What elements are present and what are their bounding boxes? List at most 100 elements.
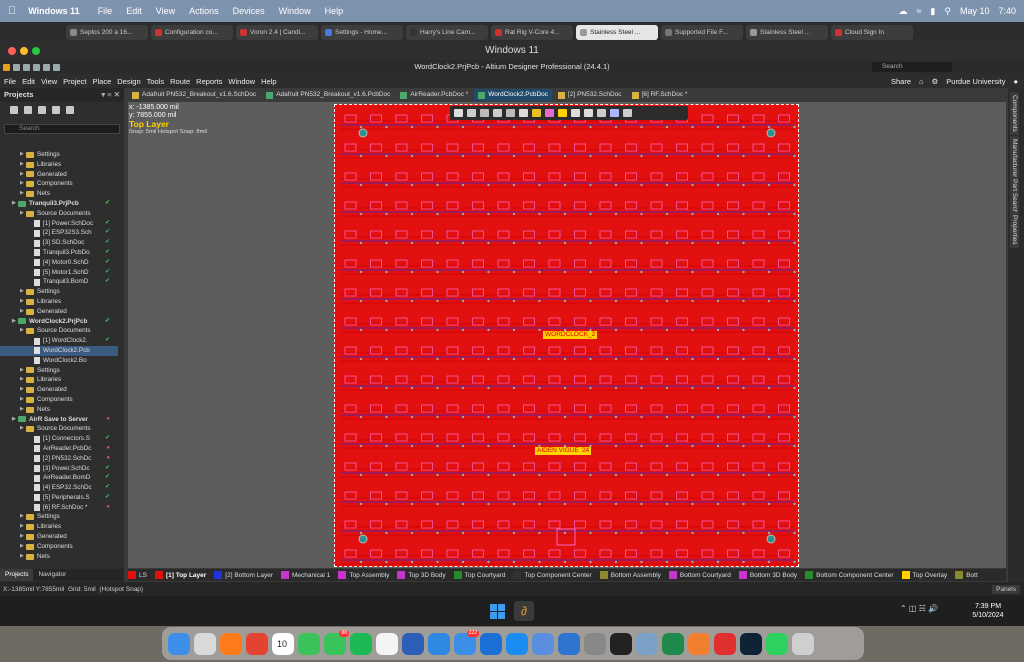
mounting-hole[interactable] [766,128,776,138]
mounting-hole[interactable] [766,534,776,544]
mounting-hole[interactable] [358,128,368,138]
tree-item[interactable]: [1] Power.SchDoc ✔ [0,219,118,229]
settings-icon[interactable] [584,632,606,655]
tree-item[interactable]: [3] SD.SchDoc ✔ [0,238,118,248]
open-icon[interactable] [33,63,40,71]
tree-item[interactable]: ▶ Libraries [0,522,118,532]
tree-item[interactable]: [5] Peripherals.S ✔ [0,493,118,503]
menubar-date[interactable]: May 10 [960,6,990,16]
menubar-devices[interactable]: Devices [233,6,265,16]
tree-item[interactable]: ▶ Generated [0,532,118,542]
menubar-actions[interactable]: Actions [189,6,219,16]
layer-tab[interactable]: Top 3D Body [397,571,446,579]
menubar-edit[interactable]: Edit [126,6,142,16]
layer-tab[interactable]: Top Assembly [338,571,389,579]
layer-tab[interactable]: LS [128,571,147,579]
browser-tab[interactable]: Configuration co... [151,24,233,40]
preview-icon[interactable] [636,632,658,655]
altium-menu-project[interactable]: Project [63,77,86,86]
tree-item[interactable]: ▶ Libraries [0,375,118,385]
fusion-icon[interactable] [688,632,710,655]
tree-item[interactable]: ▶ Components [0,542,118,552]
trash-icon[interactable] [792,632,814,655]
tree-item[interactable]: ▶ Settings [0,366,118,376]
properties-panel-tab[interactable]: Properties [1010,212,1019,248]
bulb-icon[interactable] [558,109,567,117]
tab-navigator[interactable]: Navigator [33,569,71,581]
messages-icon[interactable]: 88 [324,629,349,655]
tree-item[interactable]: ▶ Tranquil3.PrjPcb ✔ [0,199,118,209]
copy-icon[interactable] [24,106,32,114]
altium-menu-help[interactable]: Help [261,77,276,86]
document-tab[interactable]: [2] PN532.SchDoc [554,89,626,101]
pcb-board[interactable]: WORDCLOCK_2 AIDEN VIGUE '24 [334,104,799,567]
document-tab[interactable]: AirReader.PcbDoc * [396,89,473,101]
layer-tab[interactable]: Bottom Assembly [599,571,661,579]
tray-icons[interactable]: ⌃ ◫ ☵ 🔊 [900,604,938,613]
altium-search-input[interactable]: Search [872,62,952,72]
diff-pair-icon[interactable] [545,109,554,117]
filter-icon[interactable] [454,109,463,117]
word-icon[interactable] [402,632,424,655]
altium-menu-edit[interactable]: Edit [22,77,35,86]
close-icon[interactable] [8,47,16,55]
menubar-app-name[interactable]: Windows 11 [28,6,79,16]
component-icon[interactable] [519,109,528,117]
layer-tab[interactable]: Bottom Courtyard [668,571,731,579]
browser-tab[interactable]: Voron 2.4 | Candi... [236,24,318,40]
altium-taskbar-icon[interactable]: ∂ [514,601,534,621]
tree-item[interactable]: [4] Motor0.SchD ✔ [0,258,118,268]
tree-item[interactable]: ▶ Settings [0,287,118,297]
browser-tab[interactable]: Supported File F... [661,24,743,40]
pencil-icon[interactable] [532,632,554,655]
tab-projects[interactable]: Projects [0,569,34,581]
menubar-help[interactable]: Help [325,6,344,16]
cloud-icon[interactable]: ☁ [898,6,907,17]
tree-item[interactable]: AirReader.BomD ✔ [0,473,118,483]
menubar-file[interactable]: File [98,6,113,16]
tree-item[interactable]: ▶ Nets [0,405,118,415]
battery-icon[interactable]: ▮ [930,6,935,17]
browser-tab[interactable]: Settings - Home... [321,24,403,40]
layer-tab[interactable]: Top Overlay [901,571,947,579]
tree-item[interactable]: ▶ Nets [0,189,118,199]
altium-menu-reports[interactable]: Reports [196,77,222,86]
document-tab[interactable]: Adafruit PN532_Breakout_v1.6.SchDoc [128,89,261,101]
tree-item[interactable]: ▶ Source Documents [0,326,118,336]
tree-item[interactable]: [4] ESP32.SchDc ✔ [0,483,118,493]
firefox-icon[interactable] [220,632,242,655]
spotify-icon[interactable] [350,632,372,655]
tree-item[interactable]: [1] WordClock2. ✔ [0,336,118,346]
save-project-icon[interactable] [10,106,18,114]
document-tab[interactable]: [6] RF.SchDoc * [627,89,692,101]
altium-menu-place[interactable]: Place [93,77,112,86]
tree-item[interactable]: ▶ Libraries [0,160,118,170]
polygon-icon[interactable] [571,109,580,117]
tree-item[interactable]: [6] RF.SchDoc * ● [0,503,118,513]
tree-item[interactable]: WordClock2.Pcb [0,345,118,356]
share-button[interactable]: Share [891,77,911,86]
tree-item[interactable]: Tranquil3.BomD ✔ [0,277,118,287]
browser-tab[interactable]: Cloud Sign In [831,24,913,40]
text-icon[interactable] [610,109,619,117]
tree-item[interactable]: ▶ Source Documents [0,424,118,434]
line-icon[interactable] [623,109,632,117]
whatsapp-icon[interactable] [766,632,788,655]
menubar-window[interactable]: Window [279,6,311,16]
route-icon[interactable] [467,109,476,117]
tree-item[interactable]: ▶ Generated [0,385,118,395]
align-icon[interactable] [506,109,515,117]
tree-item[interactable]: ▶ Generated [0,307,118,317]
layer-tab[interactable]: Bottom 3D Body [738,571,797,579]
tree-item[interactable]: AirReader.PcbDc ● [0,444,118,454]
photoshop-icon[interactable] [740,632,762,655]
mounting-hole[interactable] [358,534,368,544]
zoom-icon[interactable] [32,47,40,55]
select-icon[interactable] [493,109,502,117]
layer-tab[interactable]: Bottom Component Center [805,571,894,579]
tree-item[interactable]: Tranquil3.PcbDo ✔ [0,248,118,258]
tree-item[interactable]: ▶ WordClock2.PrjPcb ✔ [0,317,118,327]
document-tab[interactable]: Adafruit PN532_Breakout_v1.6.PcbDoc [262,89,395,101]
tree-item[interactable]: ▶ Source Documents [0,209,118,219]
layer-tab[interactable]: [1] Top Layer [154,571,206,579]
